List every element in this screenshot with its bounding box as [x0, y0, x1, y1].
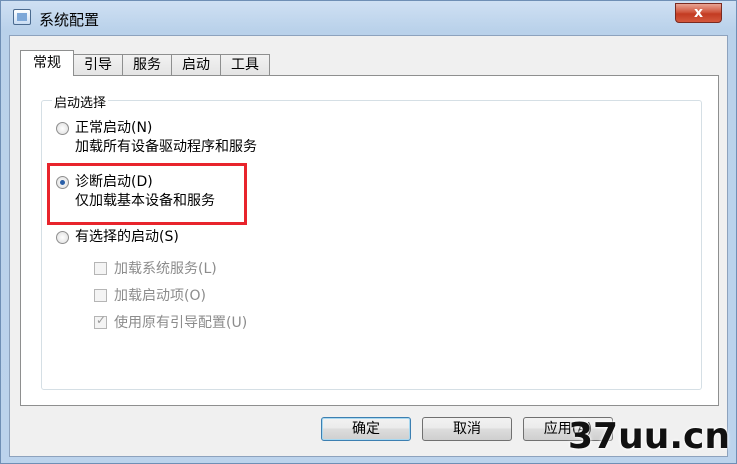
load-startup-items-option[interactable]: 加载启动项(O) [94, 285, 206, 305]
ok-button[interactable]: 确定 [321, 417, 411, 441]
load-startup-items-label: 加载启动项(O) [114, 288, 206, 304]
close-button[interactable]: x [675, 3, 722, 23]
use-original-boot-config-checkbox[interactable] [94, 313, 107, 329]
title-bar[interactable]: 系统配置 x [1, 1, 736, 35]
group-title: 启动选择 [52, 92, 109, 111]
diagnostic-startup-option[interactable]: 诊断启动(D) 仅加载基本设备和服务 [56, 173, 215, 211]
normal-startup-label: 正常启动(N) [75, 120, 153, 136]
tab-startup[interactable]: 启动 [171, 54, 221, 76]
cancel-button[interactable]: 取消 [422, 417, 512, 441]
tab-general[interactable]: 常规 [20, 50, 74, 76]
selective-startup-option[interactable]: 有选择的启动(S) [56, 228, 179, 247]
load-system-services-checkbox[interactable] [94, 261, 107, 275]
load-system-services-label: 加载系统服务(L) [114, 261, 217, 277]
normal-startup-description: 加载所有设备驱动程序和服务 [75, 139, 257, 155]
selective-startup-radio[interactable] [56, 231, 69, 244]
startup-selection-group: 启动选择 正常启动(N) 加载所有设备驱动程序和服务 诊断启动(D) 仅加载基本… [41, 92, 702, 390]
dialog-client-area: 常规 引导 服务 启动 工具 启动选择 正常启动(N) 加载所有设备驱动程序和服… [9, 35, 728, 457]
system-config-window: 系统配置 x 常规 引导 服务 启动 工具 启动选择 正常启动(N) 加载所有设… [0, 0, 737, 464]
load-system-services-option[interactable]: 加载系统服务(L) [94, 258, 217, 278]
general-tab-panel: 启动选择 正常启动(N) 加载所有设备驱动程序和服务 诊断启动(D) 仅加载基本… [20, 75, 719, 406]
tab-tools[interactable]: 工具 [220, 54, 270, 76]
tab-strip: 常规 引导 服务 启动 工具 [20, 50, 270, 76]
normal-startup-option[interactable]: 正常启动(N) 加载所有设备驱动程序和服务 [56, 119, 257, 157]
use-original-boot-config-option[interactable]: 使用原有引导配置(U) [94, 312, 247, 332]
diagnostic-startup-description: 仅加载基本设备和服务 [75, 193, 215, 209]
use-original-boot-config-label: 使用原有引导配置(U) [114, 315, 248, 331]
tab-boot[interactable]: 引导 [73, 54, 123, 76]
site-watermark: 37uu.cn [568, 416, 730, 457]
normal-startup-radio[interactable] [56, 122, 69, 135]
window-title: 系统配置 [39, 11, 100, 29]
diagnostic-startup-label: 诊断启动(D) [75, 174, 153, 190]
system-config-app-icon [13, 9, 31, 25]
load-startup-items-checkbox[interactable] [94, 288, 107, 302]
selective-startup-label: 有选择的启动(S) [75, 229, 179, 245]
diagnostic-startup-radio[interactable] [56, 176, 69, 189]
tab-services[interactable]: 服务 [122, 54, 172, 76]
